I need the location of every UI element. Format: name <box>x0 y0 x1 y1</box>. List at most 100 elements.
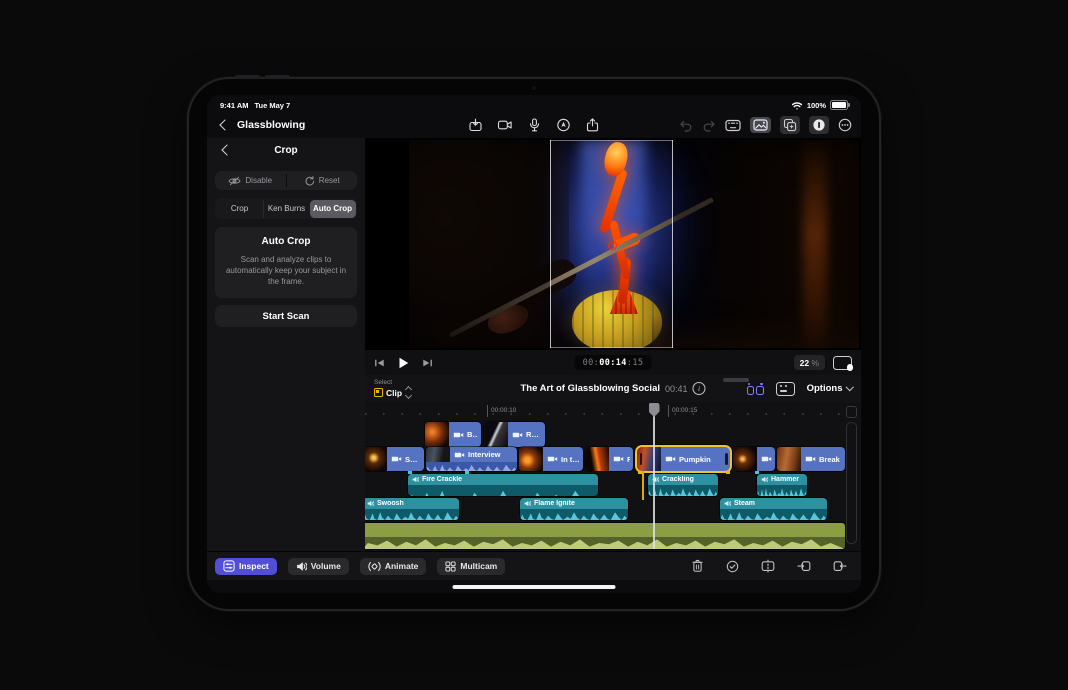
speaker-icon <box>761 476 768 483</box>
approve-icon[interactable] <box>726 560 739 573</box>
volume-button[interactable]: Volume <box>288 558 349 575</box>
timeline-clip-steam[interactable]: Steam <box>720 498 827 520</box>
timeline[interactable]: Blowt... Repair Spinning Interview In the Fu… <box>365 402 861 551</box>
zoom-level[interactable]: 22 % <box>794 355 825 370</box>
video-viewer[interactable] <box>365 138 861 350</box>
delete-icon[interactable] <box>691 559 704 573</box>
transport-bar: 00:00:14:15 22 % <box>365 350 861 375</box>
timeline-scroll-button[interactable] <box>846 406 857 418</box>
keyframe-icon <box>368 561 381 572</box>
clip-label: Break <box>819 455 840 464</box>
clip-label: Steam <box>734 500 755 507</box>
multicam-button[interactable]: Multicam <box>437 558 505 575</box>
timeline-scrollbar[interactable] <box>846 422 857 544</box>
animate-label: Animate <box>385 561 419 571</box>
battery-percent: 100% <box>807 101 826 110</box>
timeline-clip-repair[interactable]: Repair <box>484 422 545 447</box>
subject-tracking-point <box>608 241 617 250</box>
speaker-icon <box>296 561 307 572</box>
clip-waveform <box>757 485 807 496</box>
timeline-overview-icon[interactable] <box>776 382 795 396</box>
timeline-clip-break[interactable]: Break <box>777 447 845 471</box>
crop-guide-left[interactable] <box>550 140 551 348</box>
split-clip-icon[interactable] <box>761 559 775 573</box>
clip-label: Crackling <box>662 476 694 483</box>
reset-button[interactable]: Reset <box>287 171 358 190</box>
skip-back-icon[interactable] <box>374 358 385 368</box>
timeline-clip-flame-ignite[interactable]: Flame Ignite <box>520 498 628 520</box>
clip-select-icon <box>374 388 383 397</box>
timeline-clip-in-the-fur[interactable]: In the Fur... <box>519 447 583 471</box>
viewer-options-icon[interactable] <box>833 356 852 370</box>
animate-button[interactable]: Animate <box>360 558 427 575</box>
inspect-button[interactable]: Inspect <box>215 558 277 575</box>
share-icon[interactable] <box>586 118 600 132</box>
timeline-clip-music[interactable] <box>365 523 845 549</box>
timeline-clip-spinning[interactable]: Spinning <box>365 447 424 471</box>
clip-label: Blowt... <box>467 430 478 439</box>
record-camera-icon[interactable] <box>498 119 513 131</box>
timeline-clip-blowt[interactable]: Blowt... <box>425 422 481 447</box>
reset-icon <box>304 175 315 186</box>
import-media-icon[interactable] <box>469 118 483 132</box>
timeline-clip-music[interactable]: .. <box>733 447 775 471</box>
inspector-icon <box>223 560 235 572</box>
camera-clip-icon <box>613 455 624 463</box>
selection-edge-guide <box>642 471 644 500</box>
play-icon[interactable] <box>398 357 409 369</box>
magnetic-timeline-icon[interactable] <box>747 383 764 395</box>
home-indicator[interactable] <box>453 585 616 589</box>
paste-effects-icon[interactable] <box>780 116 800 134</box>
start-scan-button[interactable]: Start Scan <box>215 305 357 327</box>
more-options-icon[interactable] <box>838 118 852 132</box>
timeline-clip-hammer[interactable]: Hammer <box>757 474 807 496</box>
tab-auto-crop[interactable]: Auto Crop <box>310 200 356 218</box>
clip-label: In the Fur... <box>561 455 580 464</box>
battery-icon <box>830 100 848 110</box>
clip-label: Fire Crackle <box>422 476 462 483</box>
timeline-clip-pumpkin[interactable]: Pumpkin <box>637 447 730 471</box>
clip-thumbnail <box>365 447 387 471</box>
tab-ken-burns[interactable]: Ken Burns <box>264 200 310 218</box>
clip-label: Fla... <box>627 455 630 464</box>
timeline-resize-handle[interactable] <box>723 378 749 382</box>
live-drawing-icon[interactable] <box>557 118 571 132</box>
skip-forward-icon[interactable] <box>422 358 433 368</box>
connector-dot <box>465 471 469 474</box>
undo-icon[interactable] <box>679 119 693 132</box>
media-browser-icon[interactable] <box>750 117 771 133</box>
clip-waveform <box>365 509 459 520</box>
crop-guide-bottom <box>550 347 673 348</box>
info-icon[interactable]: i <box>693 382 706 395</box>
volume-label: Volume <box>311 561 341 571</box>
reset-label: Reset <box>319 176 340 185</box>
ruler-label: 00:00:10 <box>487 405 516 417</box>
timeline-clip-crackling[interactable]: Crackling <box>648 474 718 496</box>
select-mode-control[interactable]: Select Clip <box>374 379 411 398</box>
trim-end-icon[interactable] <box>833 559 847 573</box>
crop-guide-right[interactable] <box>672 140 673 348</box>
tab-crop[interactable]: Crop <box>217 200 264 218</box>
timecode-display: 00:00:14:15 <box>575 355 652 370</box>
inspect-label: Inspect <box>239 561 269 571</box>
microphone-icon[interactable] <box>528 118 542 132</box>
back-icon[interactable] <box>219 119 230 130</box>
project-title: Glassblowing <box>237 119 305 131</box>
clip-waveform <box>408 485 598 496</box>
camera-clip-icon <box>391 455 402 463</box>
timeline-clip-fla[interactable]: Fla... <box>585 447 633 471</box>
jog-wheel-icon[interactable] <box>809 116 829 134</box>
timeline-header: Select Clip The Art of Glassblowing Soci… <box>365 375 861 402</box>
timeline-clip-fire-crackle[interactable]: Fire Crackle <box>408 474 598 496</box>
timeline-clip-swoosh[interactable]: Swoosh <box>365 498 459 520</box>
options-button[interactable]: Options <box>807 383 852 394</box>
clip-label: Hammer <box>771 476 799 483</box>
clip-thumbnail <box>637 447 661 471</box>
disable-button[interactable]: Disable <box>215 171 286 190</box>
timeline-clip-interview[interactable]: Interview <box>426 447 517 471</box>
viewer-display-icon[interactable] <box>725 119 741 132</box>
redo-icon[interactable] <box>702 119 716 132</box>
wifi-icon <box>791 100 803 110</box>
clip-label: Interview <box>468 450 501 459</box>
trim-start-icon[interactable] <box>797 559 811 573</box>
